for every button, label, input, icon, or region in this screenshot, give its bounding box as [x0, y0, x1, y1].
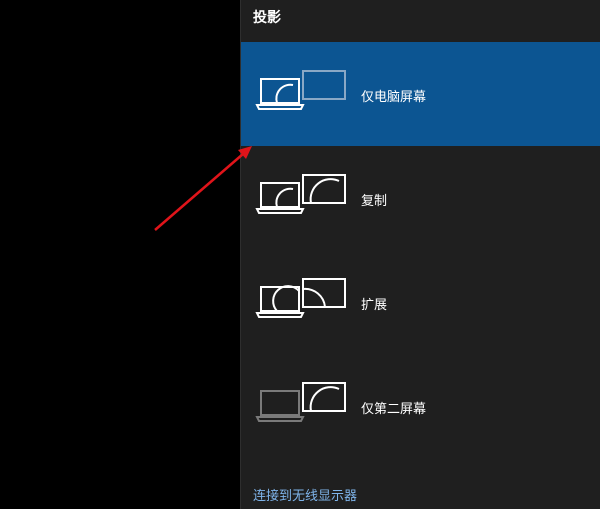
option-label: 仅电脑屏幕	[361, 90, 427, 105]
option-label: 扩展	[361, 298, 388, 313]
connect-wireless-display-link[interactable]: 连接到无线显示器	[253, 485, 357, 504]
pc-screen-only-icon	[255, 70, 346, 110]
option-label: 仅第二屏幕	[361, 402, 427, 417]
option-second-screen-only[interactable]: 仅第二屏幕	[241, 354, 600, 458]
second-screen-only-icon	[255, 382, 346, 422]
project-panel: 投影 仅电脑屏幕 复制 扩展 仅第二屏幕 连接到无线显示器	[240, 0, 600, 509]
option-extend[interactable]: 扩展	[241, 250, 600, 354]
extend-display-icon	[255, 278, 346, 318]
duplicate-display-icon	[255, 174, 346, 214]
option-label: 复制	[361, 194, 388, 209]
panel-title: 投影	[253, 10, 281, 26]
option-pc-screen-only[interactable]: 仅电脑屏幕	[241, 42, 600, 146]
option-duplicate[interactable]: 复制	[241, 146, 600, 250]
screen: 投影 仅电脑屏幕 复制 扩展 仅第二屏幕 连接到无线显示器	[0, 0, 600, 509]
